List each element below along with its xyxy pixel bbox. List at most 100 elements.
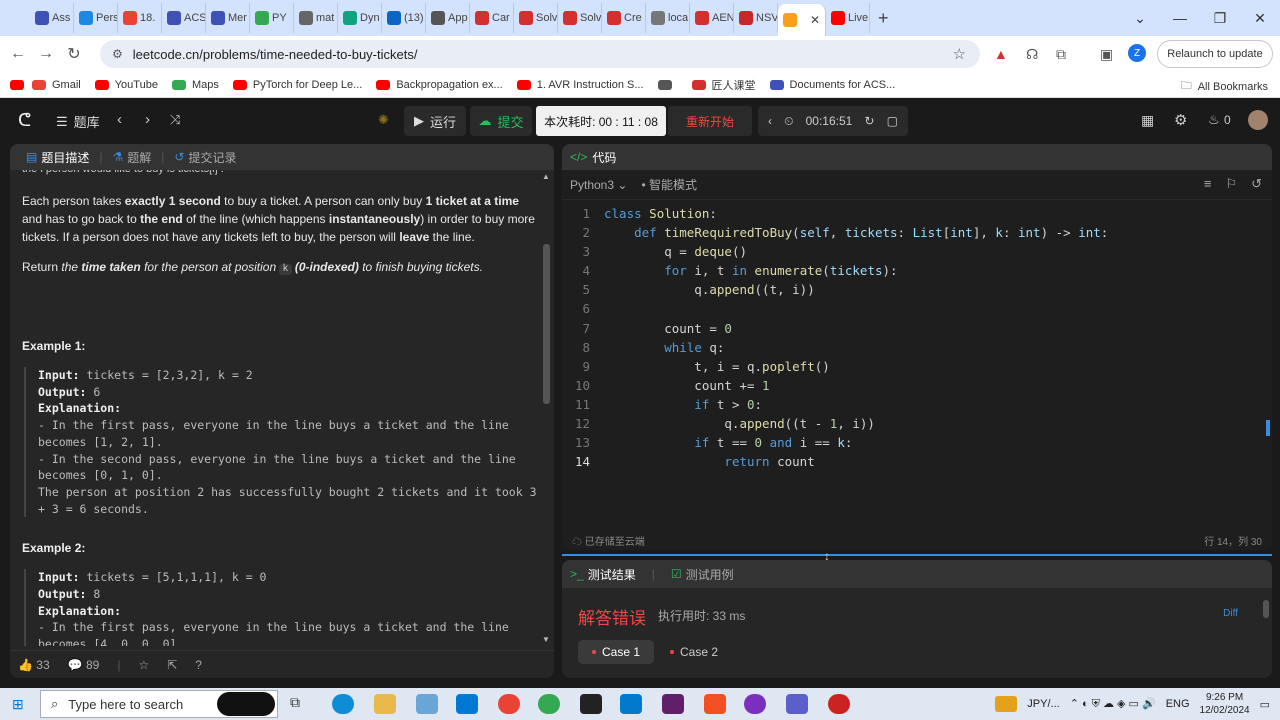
adobe-extension-icon[interactable]: ▲ <box>994 46 1008 62</box>
obs-icon[interactable] <box>744 694 766 714</box>
case-2-tab[interactable]: Case 2 <box>656 640 732 664</box>
reset-timer-icon[interactable]: ↻ <box>864 114 874 128</box>
tray-icons[interactable]: ⌃ ◐ ⛨ ☁ ◈ ▭ 🔊 <box>1070 697 1156 711</box>
address-bar[interactable]: ⚙ leetcode.cn/problems/time-needed-to-bu… <box>100 40 980 68</box>
recorder-icon[interactable] <box>828 694 850 714</box>
submit-button[interactable]: ☁ 提交 <box>470 106 532 136</box>
problem-list-button[interactable]: ☰ 题库 <box>56 112 100 131</box>
relaunch-button[interactable]: Relaunch to update <box>1157 40 1273 68</box>
translate-extension-icon[interactable]: ☊ <box>1026 46 1038 63</box>
input-language[interactable]: ENG <box>1166 698 1190 710</box>
code-line[interactable]: 10 count += 1 <box>562 376 1262 395</box>
smart-mode-toggle[interactable]: • 智能模式 <box>641 176 697 193</box>
code-line[interactable]: 9 t, i = q.popleft() <box>562 357 1262 376</box>
diff-toggle[interactable]: Diff <box>1223 608 1238 619</box>
browser-tab[interactable]: Car <box>470 3 514 33</box>
browser-tab[interactable]: ACS <box>162 3 206 33</box>
code-editor[interactable]: 1 class Solution: 2 def timeRequiredToBuy(… <box>562 204 1262 524</box>
favorite-star-icon[interactable]: ☆ <box>138 658 149 672</box>
browser-tab[interactable]: ✕ <box>778 4 826 36</box>
browser-tab[interactable]: NSV <box>734 3 778 33</box>
result-scrollbar-thumb[interactable] <box>1263 600 1269 618</box>
collapse-icon[interactable]: ‹ <box>768 114 772 128</box>
clock[interactable]: 9:26 PM 12/02/2024 <box>1200 691 1250 717</box>
teams-icon[interactable] <box>786 694 808 714</box>
browser-tab[interactable]: AEN <box>690 3 734 33</box>
panel-resize-divider[interactable] <box>562 554 1272 556</box>
back-icon[interactable]: ← <box>4 45 32 63</box>
file-explorer-icon[interactable] <box>374 694 396 714</box>
layout-grid-icon[interactable]: ▦ <box>1141 112 1154 129</box>
browser-tab[interactable]: Dyn <box>338 3 382 33</box>
tab-solutions[interactable]: ⚗ 题解 <box>106 149 157 166</box>
code-line[interactable]: 1 class Solution: <box>562 204 1262 223</box>
help-icon[interactable]: ? <box>195 658 202 672</box>
code-line[interactable]: 6 <box>562 299 1262 318</box>
extensions-icon[interactable]: ⧉ <box>1056 46 1066 63</box>
browser-tab[interactable]: (13) <box>382 3 426 33</box>
settings-icon[interactable]: ⚙ <box>1174 111 1187 129</box>
forward-icon[interactable]: → <box>32 45 60 63</box>
browser-tab[interactable]: mat <box>294 3 338 33</box>
code-line[interactable]: 13 if t == 0 and i == k: <box>562 433 1262 452</box>
task-view-icon[interactable]: ⧉ <box>290 694 312 714</box>
chrome-icon[interactable] <box>498 694 520 714</box>
browser-tab[interactable]: Solv <box>514 3 558 33</box>
scroll-up-icon[interactable]: ▲ <box>542 172 550 181</box>
browser-tab[interactable]: Pers <box>74 3 118 33</box>
code-line[interactable]: 3 q = deque() <box>562 242 1262 261</box>
close-window-button[interactable]: ✕ <box>1240 10 1280 27</box>
tab-test-cases[interactable]: ☑ 测试用例 <box>671 566 734 583</box>
windows-start-icon[interactable]: ⊞ <box>12 696 24 713</box>
code-line[interactable]: 2 def timeRequiredToBuy(self, tickets: L… <box>562 223 1262 242</box>
reset-code-icon[interactable]: ↺ <box>1251 176 1262 192</box>
next-problem-icon[interactable]: › <box>145 111 150 128</box>
close-tab-icon[interactable]: ✕ <box>810 13 820 27</box>
calculator-icon[interactable] <box>416 694 438 714</box>
all-bookmarks-button[interactable]: 🗀 All Bookmarks <box>1181 77 1268 96</box>
app-icon[interactable] <box>704 694 726 714</box>
site-info-icon[interactable]: ⚙ <box>112 47 123 61</box>
result-scrollbar[interactable] <box>1262 600 1270 674</box>
case-1-tab[interactable]: Case 1 <box>578 640 655 664</box>
tab-submissions[interactable]: ↺ 提交记录 <box>168 149 242 166</box>
new-tab-icon[interactable]: + <box>878 8 889 29</box>
bookmark-icon[interactable]: ⚐ <box>1225 176 1237 192</box>
debug-icon[interactable]: ✺ <box>378 112 389 128</box>
code-line[interactable]: 5 q.append((t, i)) <box>562 280 1262 299</box>
mail-icon[interactable] <box>456 694 478 714</box>
comments-button[interactable]: 💬 89 <box>68 658 100 672</box>
terminal-app-icon[interactable] <box>580 694 602 714</box>
profile-avatar[interactable]: Z <box>1128 44 1146 62</box>
bookmark-item[interactable]: Maps <box>171 77 219 93</box>
language-select[interactable]: Python3 ⌄ <box>570 178 627 192</box>
format-icon[interactable]: ≡ <box>1204 176 1212 192</box>
like-button[interactable]: 👍 33 <box>18 658 50 672</box>
maximize-button[interactable]: ❐ <box>1200 10 1240 27</box>
edge-icon[interactable] <box>332 694 354 714</box>
run-button[interactable]: ▶ 运行 <box>404 106 466 136</box>
browser-tab[interactable]: loca <box>646 3 690 33</box>
notifications-icon[interactable]: ▭ <box>1260 698 1270 711</box>
browser-tab[interactable]: PY <box>250 3 294 33</box>
slack-icon[interactable] <box>662 694 684 714</box>
code-line[interactable]: 11 if t > 0: <box>562 395 1262 414</box>
restart-button[interactable]: 重新开始 <box>668 106 752 136</box>
browser-tab[interactable]: Ass <box>30 3 74 33</box>
browser-tab[interactable]: Cre <box>602 3 646 33</box>
bookmark-item[interactable]: 匠人课堂 <box>691 77 756 93</box>
browser-tab[interactable]: Solv <box>558 3 602 33</box>
side-panel-icon[interactable]: ▣ <box>1100 46 1113 63</box>
browser-tab[interactable]: 18. <box>118 3 162 33</box>
bookmark-item[interactable]: Gmail <box>32 77 81 93</box>
reload-icon[interactable]: ↻ <box>60 44 88 64</box>
bookmark-star-icon[interactable]: ☆ <box>953 45 966 63</box>
bookmark-item[interactable]: Documents for ACS... <box>769 77 895 93</box>
user-avatar[interactable] <box>1248 110 1268 130</box>
vscode-icon[interactable] <box>620 694 642 714</box>
browser-tab[interactable]: Live <box>826 3 870 33</box>
bookmark-item[interactable] <box>657 77 678 93</box>
currency-widget-icon[interactable] <box>995 696 1018 712</box>
shuffle-icon[interactable]: ⤨ <box>170 112 180 128</box>
code-line[interactable]: 14 return count <box>562 452 1262 471</box>
